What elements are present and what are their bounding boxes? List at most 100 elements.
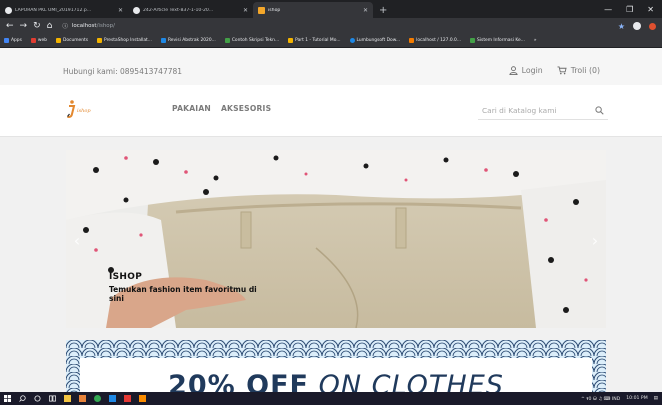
- home-icon[interactable]: ⌂: [47, 21, 53, 31]
- shopping-cart-icon: [557, 66, 567, 75]
- bookmark-label: Contoh Skripsi Tekn...: [231, 38, 280, 43]
- bookmark-item[interactable]: web: [30, 38, 47, 43]
- app-icon[interactable]: [109, 395, 116, 402]
- carousel-next-icon[interactable]: ›: [588, 231, 602, 250]
- bookmark-favicon-icon: [30, 38, 36, 43]
- forward-icon[interactable]: →: [20, 21, 28, 31]
- browser-tab-active[interactable]: ishop ✕: [253, 2, 373, 18]
- windows-start-icon[interactable]: [4, 395, 11, 402]
- menu-item-aksesoris[interactable]: AKSESORIS: [221, 104, 271, 113]
- close-tab-icon[interactable]: ✕: [118, 7, 123, 14]
- url-host: localhost: [71, 23, 97, 29]
- carousel-prev-icon[interactable]: ‹: [70, 231, 84, 250]
- app-icon[interactable]: [124, 395, 131, 402]
- bookmark-label: Sistem Informasi Ke...: [477, 38, 525, 43]
- address-bar[interactable]: ⓘ localhost/ishop/: [62, 22, 611, 30]
- hero-carousel[interactable]: ‹ › ISHOP Temukan fashion item favoritmu…: [66, 150, 606, 328]
- bookmark-favicon-icon: [470, 38, 476, 43]
- file-explorer-icon[interactable]: [64, 395, 71, 402]
- login-link[interactable]: Login: [509, 66, 543, 75]
- new-tab-button[interactable]: +: [373, 5, 393, 18]
- contact-info: Hubungi kami: 0895413747781: [63, 67, 183, 76]
- task-view-icon[interactable]: [49, 395, 56, 402]
- system-tray: ^ ፃ0 ⛁ ♫ ⌨ IND 10:01 PM ▤: [581, 396, 658, 402]
- folder-icon: [55, 38, 61, 43]
- bookmark-item[interactable]: localhost / 127.0.0...: [409, 38, 461, 43]
- banner-rest-text: ON CLOTHES: [318, 370, 504, 392]
- chrome-taskbar-icon[interactable]: [94, 395, 101, 402]
- bookmark-item[interactable]: Documents: [55, 38, 89, 43]
- clock[interactable]: 10:01 PM: [626, 396, 647, 401]
- bookmark-label: web: [37, 38, 47, 43]
- more-bookmarks-icon[interactable]: »: [534, 38, 537, 43]
- bookmark-item[interactable]: Sistem Informasi Ke...: [470, 38, 525, 43]
- bookmark-label: localhost / 127.0.0...: [416, 38, 462, 43]
- login-label: Login: [521, 66, 543, 75]
- url-path: /ishop/: [96, 23, 116, 29]
- bookmark-item[interactable]: Contoh Skripsi Tekn...: [224, 38, 280, 43]
- close-tab-icon[interactable]: ✕: [363, 7, 368, 14]
- tab-title: 242-Article Text-837-1-10-20...: [143, 7, 214, 13]
- bookmark-star-icon[interactable]: ★: [618, 22, 625, 31]
- user-info: Login Troli (0): [509, 66, 600, 75]
- chrome-icon: [133, 6, 140, 14]
- bookmark-label: PrestaShop Installat...: [104, 38, 152, 43]
- bookmark-item[interactable]: Apps: [4, 38, 22, 43]
- bookmark-item[interactable]: PrestaShop Installat...: [97, 38, 152, 43]
- bookmark-favicon-icon: [409, 38, 415, 43]
- slide-caption: ISHOP Temukan fashion item favoritmu di …: [109, 272, 269, 303]
- user-icon: [509, 66, 518, 75]
- browser-toolbar: ← → ↻ ⌂ ⓘ localhost/ishop/ ★: [0, 18, 662, 34]
- cart-link[interactable]: Troli (0): [557, 66, 600, 75]
- reload-icon[interactable]: ↻: [33, 21, 41, 31]
- ishop-favicon-icon: [258, 6, 265, 14]
- search-input[interactable]: [482, 106, 572, 115]
- search-box: [478, 102, 608, 120]
- app-icon[interactable]: [139, 395, 146, 402]
- extension-icon[interactable]: [649, 22, 656, 30]
- logo-text: ishop: [77, 108, 91, 114]
- search-taskbar-icon[interactable]: [19, 395, 26, 402]
- banner-bold-text: 20% OFF: [168, 370, 309, 392]
- site-logo[interactable]: ishop: [66, 99, 91, 119]
- tab-title: ishop: [268, 7, 281, 13]
- site-top-bar: Hubungi kami: 0895413747781 Login Troli …: [0, 48, 662, 85]
- chrome-icon: [5, 6, 12, 14]
- profile-icon[interactable]: [633, 22, 641, 30]
- bookmark-item[interactable]: Part 1 - Tutorial Mo...: [288, 38, 341, 43]
- bookmark-label: Lumbungsoft Dow...: [356, 38, 401, 43]
- logo-i-icon: [66, 100, 76, 118]
- browser-tab-strip: LAPORAN PKL UMI_20191712.p... ✕ 242-Arti…: [0, 0, 662, 18]
- close-tab-icon[interactable]: ✕: [243, 7, 248, 14]
- cortana-icon[interactable]: [34, 395, 41, 402]
- search-icon[interactable]: [595, 106, 604, 115]
- bookmarks-bar: Apps web Documents PrestaShop Installat.…: [0, 34, 662, 48]
- back-icon[interactable]: ←: [6, 21, 14, 31]
- bookmark-favicon-icon: [288, 38, 294, 43]
- bookmark-favicon-icon: [349, 38, 355, 43]
- slide-text: Temukan fashion item favoritmu di sini: [109, 285, 257, 303]
- tab-title: LAPORAN PKL UMI_20191712.p...: [15, 7, 92, 13]
- browser-tab[interactable]: 242-Article Text-837-1-10-20... ✕: [128, 2, 253, 18]
- banner-text: 20% OFF ON CLOTHES: [66, 370, 606, 392]
- close-window-icon[interactable]: ✕: [647, 5, 654, 14]
- minimize-icon[interactable]: —: [604, 5, 612, 14]
- bookmark-label: Part 1 - Tutorial Mo...: [295, 38, 341, 43]
- slide-title: ISHOP: [109, 272, 143, 282]
- bookmark-item[interactable]: Lumbungsoft Dow...: [349, 38, 401, 43]
- maximize-icon[interactable]: ❐: [626, 5, 633, 14]
- app-icon[interactable]: [79, 395, 86, 402]
- bookmark-label: Documents: [62, 38, 89, 43]
- bookmark-label: Revisi Abstrak 2020...: [167, 38, 216, 43]
- bookmark-item[interactable]: Revisi Abstrak 2020...: [160, 38, 216, 43]
- tray-status[interactable]: ^ ፃ0 ⛁ ♫ ⌨ IND: [581, 396, 620, 402]
- main-menu: PAKAIAN AKSESORIS: [172, 104, 271, 113]
- window-controls: — ❐ ✕: [604, 0, 662, 18]
- browser-tab[interactable]: LAPORAN PKL UMI_20191712.p... ✕: [0, 2, 128, 18]
- bookmark-favicon-icon: [160, 38, 166, 43]
- menu-item-pakaian[interactable]: PAKAIAN: [172, 104, 211, 113]
- apps-icon: [4, 38, 9, 43]
- promo-banner[interactable]: 20% OFF ON CLOTHES: [66, 340, 606, 392]
- info-icon[interactable]: ⓘ: [62, 22, 68, 30]
- notification-icon[interactable]: ▤: [654, 396, 658, 401]
